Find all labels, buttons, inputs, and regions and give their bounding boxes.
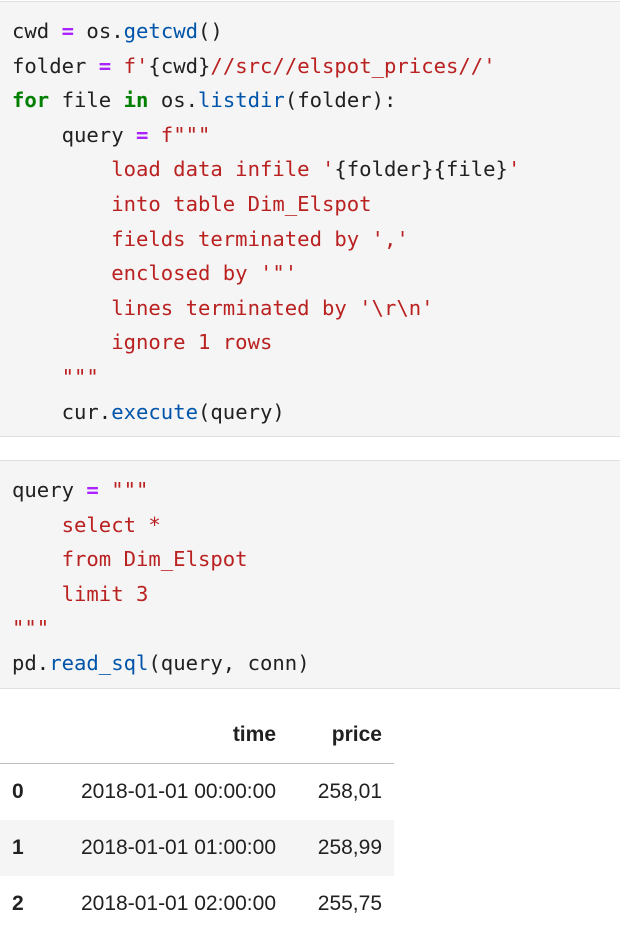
code-token: """ [12, 364, 99, 389]
row-index: 2 [12, 892, 24, 915]
code-line: cwd = os.getcwd() [12, 14, 620, 49]
code-token: ' [136, 53, 149, 78]
dataframe-table: time price 0 2018-01-01 00:00:00 258,01 … [0, 707, 394, 932]
code-cell-2[interactable]: query = """ select * from Dim_Elspot lim… [0, 460, 620, 689]
code-line: limit 3 [12, 577, 620, 612]
code-token: file [49, 88, 124, 113]
index-header [0, 707, 44, 764]
row-index: 1 [12, 836, 24, 859]
cell-time: 2018-01-01 00:00:00 [81, 780, 276, 803]
code-line: lines terminated by '\r\n' [12, 291, 620, 326]
code-token: query [12, 478, 87, 502]
column-header-time: time [44, 707, 276, 764]
cell-time: 2018-01-01 01:00:00 [81, 836, 276, 859]
table-row: 2 2018-01-01 02:00:00 255,75 [0, 876, 394, 932]
code-token: ' [507, 157, 521, 182]
code-line: ignore 1 rows [12, 325, 620, 360]
code-token: enclosed by '"' [12, 261, 298, 286]
code-token: {folder}{file} [334, 157, 508, 182]
cell-output: time price 0 2018-01-01 00:00:00 258,01 … [0, 707, 400, 932]
code-line: cur.execute(query) [12, 395, 620, 430]
code-token: limit 3 [12, 581, 149, 606]
code-token: read_sql [49, 650, 149, 675]
code-token: f""" [148, 122, 211, 147]
code-token: from Dim_Elspot [12, 547, 248, 572]
code-line: for file in os.listdir(folder): [12, 83, 620, 118]
code-line: folder = f'{cwd}//src//elspot_prices//' [12, 49, 620, 84]
code-token: query [12, 122, 136, 147]
code-token: //src//elspot_prices//' [210, 53, 496, 78]
code-line: select * [12, 508, 620, 543]
code-token: = [61, 19, 75, 43]
cell-price: 258,99 [317, 836, 382, 859]
code-token: pd. [12, 650, 50, 675]
cell-price: 255,75 [317, 892, 382, 915]
table-row: 1 2018-01-01 01:00:00 258,99 [0, 820, 394, 876]
code-token: load data infile ' [12, 157, 335, 182]
row-index: 0 [12, 780, 24, 803]
cell-time: 2018-01-01 02:00:00 [81, 892, 276, 915]
code-line: fields terminated by ',' [12, 222, 620, 257]
code-line: enclosed by '"' [12, 256, 620, 291]
code-line: into table Dim_Elspot [12, 187, 620, 222]
code-token: cur. [12, 399, 112, 424]
code-token: (query, conn) [148, 650, 310, 675]
code-token: () [198, 19, 223, 43]
code-token: fields terminated by ',' [12, 226, 409, 251]
code-token: {cwd} [148, 53, 211, 78]
cell-price: 258,01 [317, 780, 382, 803]
code-cell-1[interactable]: cwd = os.getcwd() folder = f'{cwd}//src//… [0, 1, 620, 437]
code-token: select * [12, 512, 161, 537]
column-header-price: price [276, 707, 394, 764]
code-editor[interactable]: query = """ select * from Dim_Elspot lim… [0, 461, 620, 681]
code-token: os. [74, 19, 124, 43]
code-token: = [98, 53, 112, 78]
code-token: """ [12, 616, 50, 641]
code-token: listdir [198, 88, 285, 113]
code-token: into table Dim_Elspot [12, 191, 372, 216]
code-editor[interactable]: cwd = os.getcwd() folder = f'{cwd}//src//… [0, 2, 620, 429]
code-line: load data infile '{folder}{file}' [12, 152, 620, 187]
code-line: pd.read_sql(query, conn) [12, 646, 620, 681]
code-line: """ [12, 611, 620, 646]
code-token: folder [12, 53, 99, 78]
code-line: """ [12, 360, 620, 395]
code-token: for [12, 88, 50, 113]
code-token: = [136, 122, 149, 147]
table-row: 0 2018-01-01 00:00:00 258,01 [0, 764, 394, 821]
code-token: cwd [12, 19, 62, 43]
code-token: """ [98, 478, 149, 502]
code-token: getcwd [123, 19, 199, 43]
code-line: query = f""" [12, 118, 620, 153]
code-token: ignore 1 rows [12, 330, 273, 355]
table-header-row: time price [0, 707, 394, 764]
code-token: f [111, 53, 137, 78]
code-token: (folder): [284, 88, 397, 113]
code-line: from Dim_Elspot [12, 542, 620, 577]
code-token: execute [111, 399, 198, 424]
code-token: in [123, 88, 149, 113]
code-token: (query) [198, 399, 285, 424]
code-token: lines terminated by '\r\n' [12, 295, 434, 320]
code-token: = [86, 478, 99, 502]
code-line: query = """ [12, 473, 620, 508]
code-token: os. [148, 88, 199, 113]
